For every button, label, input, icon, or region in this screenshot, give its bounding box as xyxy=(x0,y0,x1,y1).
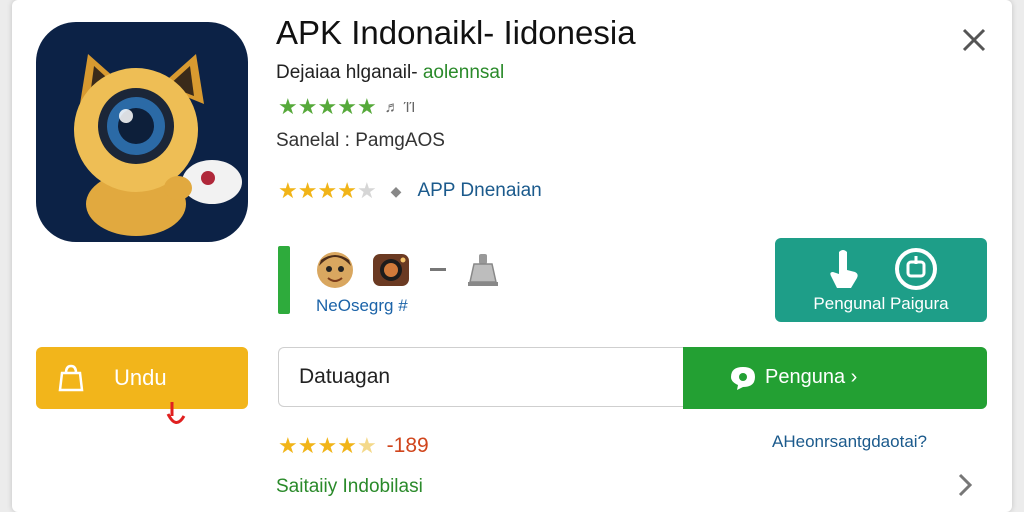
search-input[interactable] xyxy=(278,347,683,407)
star-icon: ★ xyxy=(337,178,357,203)
gallery-indicator xyxy=(278,246,290,314)
main-rating: ★ ★ ★ ★ ★ ◆ APP Dnenaian xyxy=(278,180,542,202)
star-icon: ★ xyxy=(297,94,318,119)
go-button-label: Pengunа › xyxy=(765,366,858,388)
close-icon[interactable] xyxy=(958,24,990,56)
details-link[interactable]: AHeonrsantgdaotai? xyxy=(772,432,927,452)
star-icon: ★ xyxy=(317,94,338,119)
download-button[interactable]: Undu xyxy=(36,347,248,409)
footer-rating: ★ ★ ★ ★ ★ -189 xyxy=(278,434,429,458)
pointer-cursor-icon xyxy=(166,402,186,424)
subtitle-highlight: aolennsal xyxy=(422,62,505,83)
shopping-bag-icon xyxy=(58,364,84,392)
tag-icon[interactable] xyxy=(462,250,504,292)
tagline: Saitaiiy Indobilasi xyxy=(276,476,423,497)
action-card[interactable]: Pengunal Paigura xyxy=(775,238,987,322)
touch-icon xyxy=(830,250,858,288)
star-icon: ★ xyxy=(356,178,377,203)
chat-bubble-icon xyxy=(731,367,755,390)
star-icon: ★ xyxy=(317,433,338,458)
star-icon: ★ xyxy=(337,94,357,119)
app-subtitle: Dejaiaa hlganail- aolennsal xyxy=(276,62,504,84)
diamond-icon: ◆ xyxy=(390,182,402,199)
subtitle-text: Dejaiaa hlganail- xyxy=(276,62,423,83)
rating-count: -189 xyxy=(386,434,429,457)
star-icon: ★ xyxy=(278,433,298,458)
star-icon: ★ xyxy=(317,178,338,203)
star-icon: ★ xyxy=(356,94,377,119)
star-icon: ★ xyxy=(297,178,318,203)
star-icon: ★ xyxy=(278,178,298,203)
small-rating: ★ ★ ★ ★ ★ ♬ ΊΊ xyxy=(278,96,415,118)
app-title: APK Indonaikl- Iidonesia xyxy=(276,14,636,51)
app-mascot-icon xyxy=(36,22,248,242)
star-icon: ★ xyxy=(356,433,377,458)
camera-thumbnail[interactable] xyxy=(370,248,412,290)
chevron-right-icon[interactable] xyxy=(955,472,975,498)
download-label: Undu xyxy=(114,365,167,390)
small-rating-meta: ♬ ΊΊ xyxy=(384,98,416,116)
search-group: Pengunа › xyxy=(278,347,987,409)
gallery-label: NeOsegrg # xyxy=(316,296,408,315)
star-icon: ★ xyxy=(278,94,298,119)
separator-dash xyxy=(430,268,446,271)
source-label: Sanelal : PamgAOS xyxy=(276,130,445,151)
go-button[interactable]: Pengunа › xyxy=(683,347,987,409)
avatar-thumbnail[interactable] xyxy=(314,248,356,290)
action-card-label: Pengunal Paigura xyxy=(813,294,949,313)
star-icon: ★ xyxy=(337,433,357,458)
app-category-link[interactable]: APP Dnenaian xyxy=(417,180,541,202)
star-icon: ★ xyxy=(297,433,318,458)
power-icon xyxy=(895,248,937,290)
